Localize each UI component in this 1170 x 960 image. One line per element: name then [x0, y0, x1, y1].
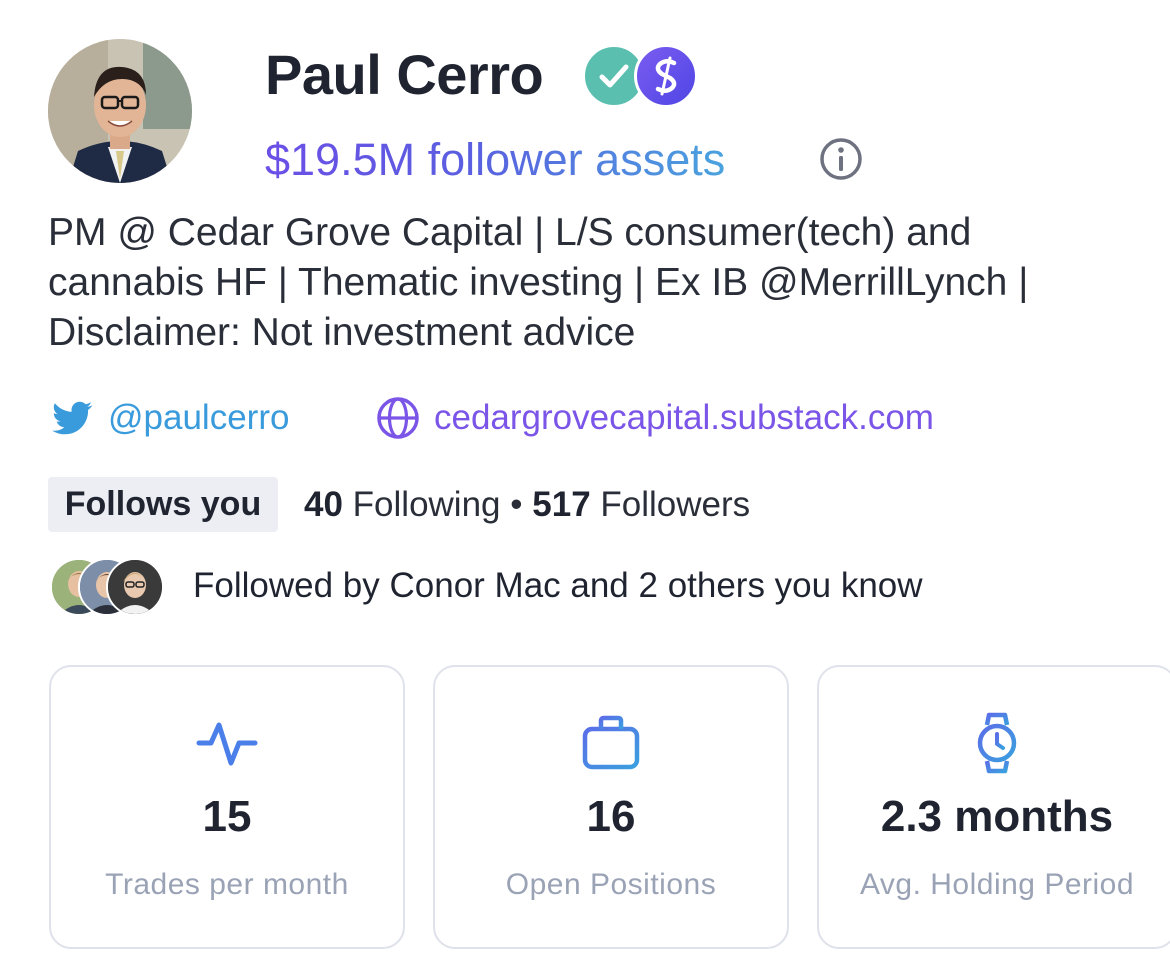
twitter-icon	[52, 401, 93, 435]
website-link[interactable]: cedargrovecapital.substack.com	[374, 390, 934, 446]
profile-name: Paul Cerro	[265, 43, 544, 106]
profile-page: Paul Cerro $19.5M follower assets PM @ C…	[0, 0, 1170, 960]
stat-card-positions: 16 Open Positions	[433, 665, 789, 949]
trades-per-month-label: Trades per month	[105, 868, 349, 901]
website-url[interactable]: cedargrovecapital.substack.com	[434, 390, 934, 446]
followers-label[interactable]: Followers	[600, 485, 750, 524]
mutual-avatar	[106, 558, 164, 616]
stat-card-trades: 15 Trades per month	[49, 665, 405, 949]
following-count[interactable]: 40	[304, 485, 343, 524]
open-positions-label: Open Positions	[505, 868, 717, 901]
twitter-handle[interactable]: @paulcerro	[108, 390, 289, 446]
followers-count[interactable]: 517	[532, 485, 590, 524]
holding-period-value: 2.3 months	[880, 792, 1114, 841]
watch-icon	[977, 712, 1017, 774]
globe-icon	[377, 397, 419, 439]
info-icon[interactable]	[818, 136, 864, 182]
count-separator: •	[510, 485, 523, 524]
follow-counts: 40 Following • 517 Followers	[304, 477, 750, 532]
s-logo-icon	[634, 44, 698, 108]
following-label[interactable]: Following	[353, 485, 501, 524]
badges	[582, 44, 702, 108]
follows-you-badge: Follows you	[48, 477, 278, 532]
profile-bio: PM @ Cedar Grove Capital | L/S consumer(…	[48, 211, 1029, 354]
follower-assets: $19.5M follower assets	[265, 132, 725, 188]
activity-pulse-icon	[196, 722, 258, 766]
followed-by-text[interactable]: Followed by Conor Mac and 2 others you k…	[193, 560, 923, 612]
briefcase-icon	[582, 715, 640, 770]
stat-card-holding: 2.3 months Avg. Holding Period	[817, 665, 1170, 949]
holding-period-label: Avg. Holding Period	[859, 868, 1135, 901]
open-positions-value: 16	[586, 792, 636, 841]
profile-avatar[interactable]	[48, 39, 192, 183]
twitter-link[interactable]: @paulcerro	[48, 390, 289, 446]
trades-per-month-value: 15	[202, 792, 252, 841]
mutual-followers-avatars[interactable]	[50, 556, 170, 616]
